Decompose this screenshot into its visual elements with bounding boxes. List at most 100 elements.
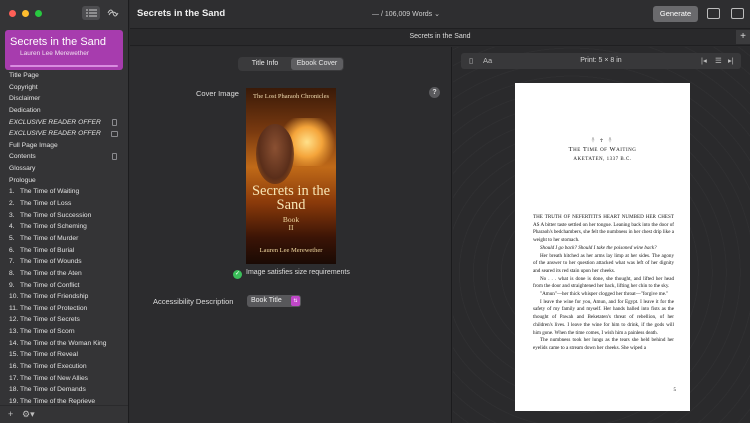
toc-item-label: The Time of the Aten — [20, 269, 82, 277]
add-tab-button[interactable]: + — [736, 30, 750, 44]
sidebar-toc-item[interactable]: EXCLUSIVE READER OFFER — [0, 117, 128, 129]
sidebar-toc-item[interactable]: Glossary — [0, 163, 128, 175]
toc-item-label: The Time of New Allies — [20, 374, 89, 382]
sidebar-toc-item[interactable]: 7. The Time of Wounds — [0, 256, 128, 268]
zoom-window-button[interactable] — [35, 10, 42, 17]
accessibility-select[interactable]: Book Title ⇅ — [247, 295, 301, 307]
document-title: Secrets in the Sand — [137, 8, 226, 19]
toc-item-number: 11. — [9, 304, 18, 312]
phone-icon — [112, 153, 117, 161]
sidebar: Secrets in the Sand Lauren Lee Merewethe… — [0, 0, 129, 423]
sidebar-toc-item[interactable]: Dedication — [0, 105, 128, 117]
sidebar-toc-item[interactable]: 14. The Time of the Woman King — [0, 338, 128, 350]
sidebar-toc-item[interactable]: Title Page — [0, 70, 128, 82]
toc-item-number: 8. — [9, 269, 15, 277]
book-preview-icon[interactable] — [707, 8, 720, 19]
cover-book-numeral: II — [288, 223, 294, 232]
toc-item-label: Disclaimer — [9, 95, 41, 103]
sidebar-toc-item[interactable]: Disclaimer — [0, 93, 128, 105]
toc-item-number: 10. — [9, 293, 19, 301]
sidebar-toc-item[interactable]: 3. The Time of Succession — [0, 210, 128, 222]
page-body-text: THE TRUTH OF NEFERTITI'S HEART NUMBED HE… — [533, 214, 674, 353]
page-paragraph: "Amun"—her thick whisper clogged her thr… — [540, 291, 669, 298]
toc-item-number: 7. — [9, 258, 15, 266]
sidebar-toc-item[interactable]: EXCLUSIVE READER OFFER — [0, 128, 128, 140]
toc-item-number: 5. — [9, 234, 15, 242]
cover-image-label: Cover Image — [196, 89, 239, 98]
toc-item-number: 1. — [9, 188, 15, 196]
close-window-button[interactable] — [9, 10, 16, 17]
toc-item-number: 9. — [9, 281, 15, 289]
help-icon[interactable]: ? — [429, 87, 440, 98]
toc-item-label: EXCLUSIVE READER OFFER — [9, 130, 101, 138]
print-size-label: Print: 5 × 8 in — [580, 57, 622, 64]
sidebar-toc-item[interactable]: Copyright — [0, 82, 128, 94]
sidebar-toc-item[interactable]: 11. The Time of Protection — [0, 303, 128, 315]
book-title: Secrets in the Sand — [10, 36, 107, 48]
page-paragraph: The numbness took her lungs as the tears… — [533, 337, 674, 351]
tab-ebook-cover[interactable]: Ebook Cover — [291, 58, 343, 70]
sidebar-toc-item[interactable]: 4. The Time of Scheming — [0, 221, 128, 233]
accessibility-select-value: Book Title — [251, 297, 282, 304]
book-card[interactable]: Secrets in the Sand Lauren Lee Merewethe… — [5, 30, 123, 70]
list-icon[interactable]: ☰ — [715, 56, 722, 65]
ornament-view-button[interactable] — [104, 6, 122, 20]
sidebar-toc-item[interactable]: 19. The Time of the Reprieve — [0, 396, 128, 405]
first-page-icon[interactable]: |◂ — [701, 56, 707, 65]
list-view-button[interactable] — [82, 6, 100, 20]
size-status: ✓ Image satisfies size requirements — [233, 269, 350, 279]
cover-title-text: Secrets in the Sand — [251, 183, 331, 213]
word-count-dropdown[interactable]: — / 106,009 Words ⌄ — [372, 10, 440, 18]
tab-segmented-control: Title Info Ebook Cover — [238, 57, 344, 71]
sidebar-toc-item[interactable]: 8. The Time of the Aten — [0, 268, 128, 280]
sidebar-toc-item[interactable]: 2. The Time of Loss — [0, 198, 128, 210]
page-chapter-title: The Time of Waiting — [568, 146, 637, 153]
toc-item-number: 19. — [9, 397, 19, 405]
toc-item-number: 12. — [9, 316, 19, 324]
toc-item-label: The Time of Protection — [20, 304, 88, 312]
toc-item-label: Title Page — [9, 72, 39, 79]
toc-item-number: 2. — [9, 200, 15, 208]
sidebar-toc-item[interactable]: 16. The Time of Execution — [0, 361, 128, 373]
sidebar-toc-item[interactable]: Full Page Image — [0, 140, 128, 152]
toc-item-number: 15. — [9, 351, 19, 359]
toc-item-number: 6. — [9, 246, 15, 254]
sidebar-toc-item[interactable]: 6. The Time of Burial — [0, 245, 128, 257]
add-section-icon[interactable]: + — [8, 409, 13, 419]
toc-item-label: Contents — [9, 153, 36, 161]
toc-item-label: The Time of Scheming — [20, 223, 87, 231]
generate-button[interactable]: Generate — [653, 6, 698, 22]
sidebar-toc-item[interactable]: 13. The Time of Scorn — [0, 326, 128, 338]
chapter-ornament: 𓋹 ☥ 𓋹 — [591, 139, 614, 144]
cover-image[interactable]: The Lost Pharaoh Chronicles Secrets in t… — [246, 88, 336, 264]
sidebar-toc-item[interactable]: 1. The Time of Waiting — [0, 186, 128, 198]
toc-item-label: Full Page Image — [9, 141, 58, 149]
minimize-window-button[interactable] — [22, 10, 29, 17]
next-page-icon[interactable]: ▸| — [728, 56, 734, 65]
sidebar-toc-item[interactable]: 17. The Time of New Allies — [0, 373, 128, 385]
toc-item-label: Dedication — [9, 106, 41, 114]
gear-icon[interactable]: ⚙▾ — [22, 409, 35, 420]
toc-item-label: The Time of Reveal — [20, 351, 78, 359]
preview-pane: ▯ Aa Print: 5 × 8 in |◂ ☰ ▸| 𓋹 ☥ 𓋹 The T… — [453, 47, 750, 423]
book-author: Lauren Lee Merewether — [20, 50, 90, 57]
size-status-text: Image satisfies size requirements — [246, 269, 350, 276]
toggle-preview-icon[interactable] — [731, 8, 744, 19]
cover-series-text: The Lost Pharaoh Chronicles — [253, 93, 329, 100]
tab-title-info[interactable]: Title Info — [239, 58, 291, 70]
word-count-label: — / 106,009 Words — [372, 11, 433, 18]
sidebar-toc-item[interactable]: 12. The Time of Secrets — [0, 314, 128, 326]
sidebar-toc-item[interactable]: Prologue — [0, 175, 128, 187]
editor-pane: Title Info Ebook Cover Cover Image ? The… — [130, 47, 452, 423]
toc-item-label: The Time of Scorn — [20, 328, 75, 336]
sidebar-toc-item[interactable]: 9. The Time of Conflict — [0, 280, 128, 292]
toc-item-label: Glossary — [9, 165, 36, 173]
sidebar-toc-item[interactable]: 5. The Time of Murder — [0, 233, 128, 245]
sidebar-toc-item[interactable]: 10. The Time of Friendship — [0, 291, 128, 303]
sidebar-toc-item[interactable]: 15. The Time of Reveal — [0, 349, 128, 361]
cover-figure — [256, 124, 294, 184]
sidebar-toc-item[interactable]: Contents — [0, 151, 128, 163]
sidebar-toc-item[interactable]: 18. The Time of Demands — [0, 384, 128, 396]
toc-item-label: The Time of the Reprieve — [20, 397, 96, 405]
title-bar: Secrets in the Sand — / 106,009 Words ⌄ … — [130, 0, 750, 28]
